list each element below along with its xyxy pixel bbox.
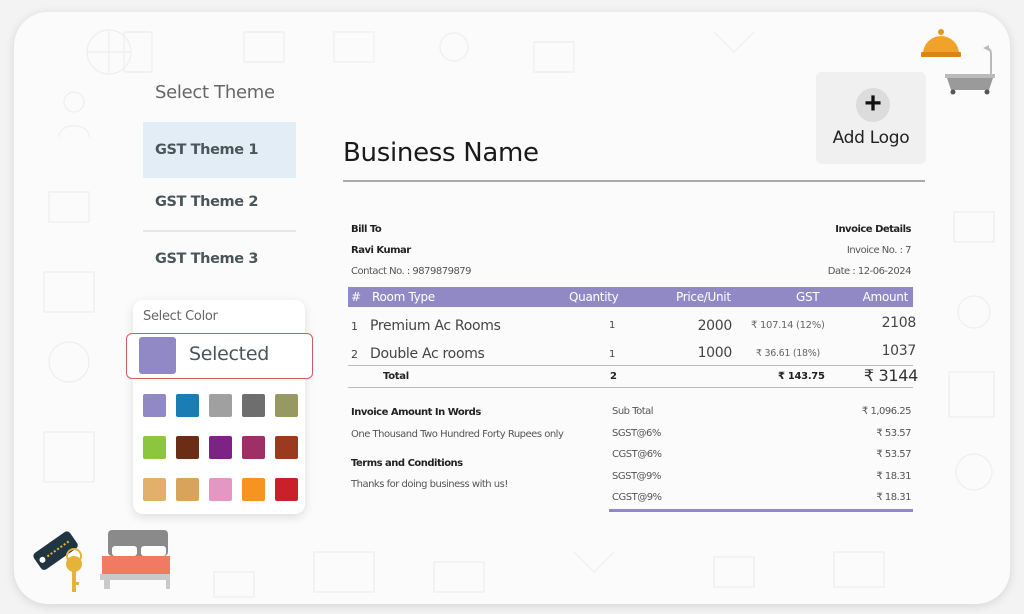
row-room-type: Double Ac rooms: [370, 346, 485, 362]
plus-icon: +: [856, 88, 890, 122]
row-price: 1000: [697, 345, 733, 361]
summary-value: ₹ 1,096.25: [861, 406, 912, 417]
row-price: 2000: [697, 318, 733, 334]
summary-label: Sub Total: [612, 406, 654, 417]
total-amount: ₹ 3144: [863, 366, 918, 385]
selected-label: Selected: [189, 343, 269, 365]
color-swatch[interactable]: [176, 394, 199, 417]
amount-words-label: Invoice Amount In Words: [351, 407, 481, 418]
select-theme-title: Select Theme: [155, 82, 275, 103]
row-room-type: Premium Ac Rooms: [370, 318, 501, 334]
color-swatch[interactable]: [242, 478, 265, 501]
items-table-header: # Room Type Quantity Price/Unit GST Amou…: [348, 287, 913, 307]
theme-option-2[interactable]: GST Theme 2: [143, 174, 296, 230]
color-swatch[interactable]: [275, 394, 298, 417]
col-price-unit: Price/Unit: [676, 290, 731, 304]
service-bell-bathtub-icon: [921, 29, 995, 95]
col-room-type: Room Type: [372, 290, 435, 304]
summary-underline: [609, 509, 913, 512]
summary-label: CGST@9%: [612, 492, 662, 503]
amount-words: One Thousand Two Hundred Forty Rupees on…: [351, 429, 564, 440]
color-swatch[interactable]: [209, 394, 232, 417]
header-divider: [343, 180, 925, 182]
color-swatch[interactable]: [209, 478, 232, 501]
row-amount: 1037: [881, 343, 917, 359]
summary-label: SGST@6%: [612, 427, 661, 439]
color-swatch[interactable]: [143, 478, 166, 501]
app-frame: Select Theme GST Theme 1 GST Theme 2 GST…: [14, 12, 1010, 604]
color-swatch[interactable]: [143, 394, 166, 417]
color-swatch[interactable]: [176, 436, 199, 459]
customer-name: Ravi Kumar: [351, 245, 411, 256]
col-quantity: Quantity: [569, 290, 619, 304]
summary-value: ₹ 18.31: [876, 470, 911, 482]
row-number: 2: [351, 348, 358, 361]
invoice-number: Invoice No. : 7: [846, 245, 912, 256]
col-amount: Amount: [862, 290, 909, 304]
business-name[interactable]: Business Name: [343, 138, 539, 168]
row-quantity: 1: [609, 349, 616, 360]
summary-label: SGST@9%: [612, 470, 661, 482]
invoice-date: Date : 12-06-2024: [827, 266, 912, 277]
summary-value: ₹ 18.31: [876, 492, 911, 503]
color-swatch[interactable]: [275, 436, 298, 459]
row-amount: 2108: [881, 315, 917, 331]
total-label: Total: [383, 371, 409, 382]
summary-value: ₹ 53.57: [876, 449, 911, 460]
color-swatch[interactable]: [209, 436, 232, 459]
bill-to-label: Bill To: [351, 224, 382, 235]
row-gst: ₹ 36.61 (18%): [756, 348, 820, 359]
total-quantity: 2: [610, 371, 617, 382]
summary-value: ₹ 53.57: [876, 427, 911, 439]
selected-color-indicator[interactable]: Selected: [126, 333, 313, 379]
row-number: 1: [351, 320, 358, 333]
col-gst: GST: [796, 290, 820, 304]
col-number: #: [351, 290, 361, 304]
invoice-details-label: Invoice Details: [835, 224, 911, 235]
add-logo-button[interactable]: + Add Logo: [816, 72, 926, 164]
terms-text: Thanks for doing business with us!: [351, 479, 508, 490]
color-swatch[interactable]: [176, 478, 199, 501]
row-gst: ₹ 107.14 (12%): [751, 320, 825, 331]
room-key-bed-icon: [33, 530, 170, 592]
add-logo-label: Add Logo: [832, 128, 910, 148]
color-swatch[interactable]: [242, 394, 265, 417]
row-quantity: 1: [609, 320, 616, 331]
theme-option-1[interactable]: GST Theme 1: [143, 122, 296, 178]
selected-color-swatch: [139, 337, 176, 374]
customer-contact: Contact No. : 9879879879: [351, 266, 472, 277]
color-swatch[interactable]: [275, 478, 298, 501]
terms-label: Terms and Conditions: [351, 458, 463, 469]
summary-label: CGST@6%: [612, 449, 662, 460]
color-swatch[interactable]: [143, 436, 166, 459]
table-divider: [348, 387, 913, 388]
color-picker-card: Select Color Selected: [126, 300, 313, 514]
select-color-label: Select Color: [143, 309, 218, 324]
color-swatch[interactable]: [242, 436, 265, 459]
theme-option-3[interactable]: GST Theme 3: [143, 231, 296, 287]
